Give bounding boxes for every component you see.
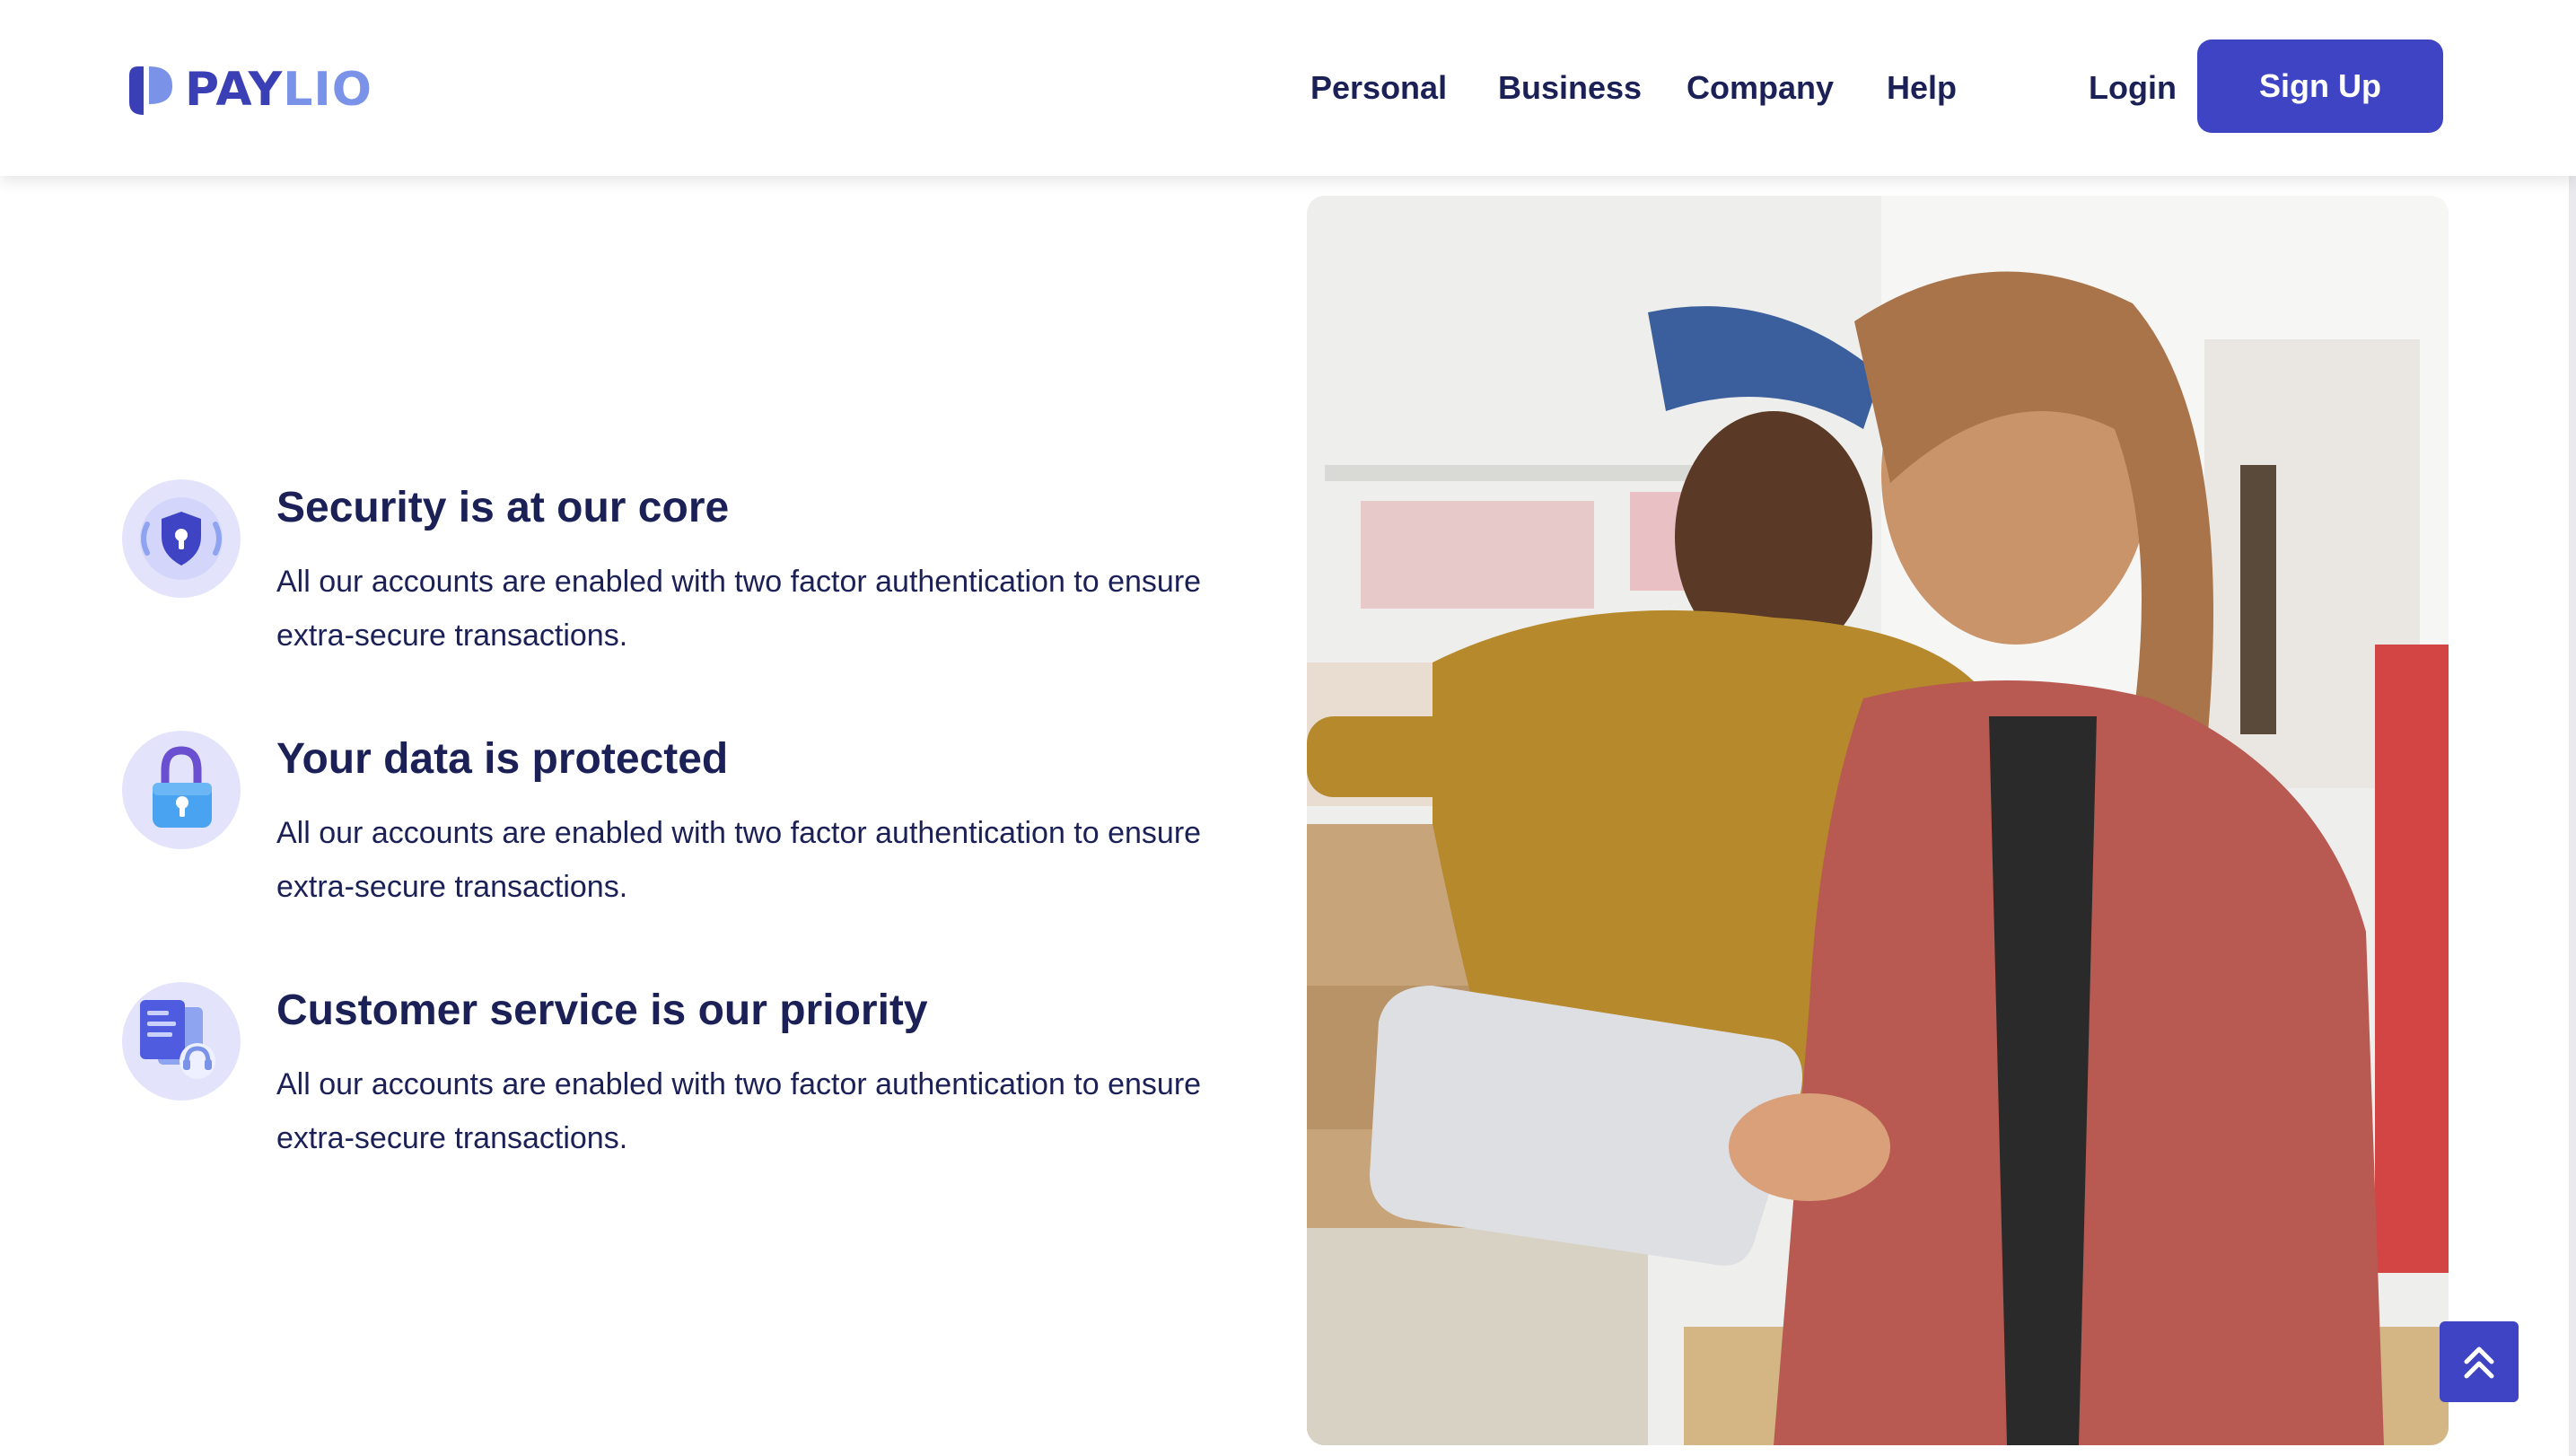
shield-lock-icon: [122, 479, 241, 598]
nav-item-business[interactable]: Business: [1498, 56, 1642, 120]
feature-title: Security is at our core: [276, 484, 730, 531]
feature-title: Customer service is our priority: [276, 987, 928, 1034]
main-nav: Personal Business Company Help Login: [0, 56, 2576, 120]
hero-photo: [1307, 196, 2449, 1445]
feature-description: All our accounts are enabled with two fa…: [276, 816, 1202, 904]
nav-item-company[interactable]: Company: [1687, 56, 1834, 120]
feature-title: Your data is protected: [276, 735, 729, 783]
page-scrollbar-track[interactable]: [2569, 0, 2576, 1456]
padlock-icon: [122, 731, 241, 849]
nav-item-personal[interactable]: Personal: [1310, 56, 1447, 120]
login-link[interactable]: Login: [2089, 56, 2177, 120]
feature-description: All our accounts are enabled with two fa…: [276, 1067, 1202, 1155]
scroll-to-top-button[interactable]: [2440, 1321, 2519, 1402]
sign-up-button[interactable]: Sign Up: [2197, 39, 2443, 133]
nav-item-help[interactable]: Help: [1887, 56, 1957, 120]
double-chevron-up-icon: [2464, 1346, 2494, 1379]
site-header: PAYLIO Personal Business Company Help Lo…: [0, 0, 2576, 176]
feature-description: All our accounts are enabled with two fa…: [276, 565, 1202, 653]
customer-support-icon: [122, 982, 241, 1101]
